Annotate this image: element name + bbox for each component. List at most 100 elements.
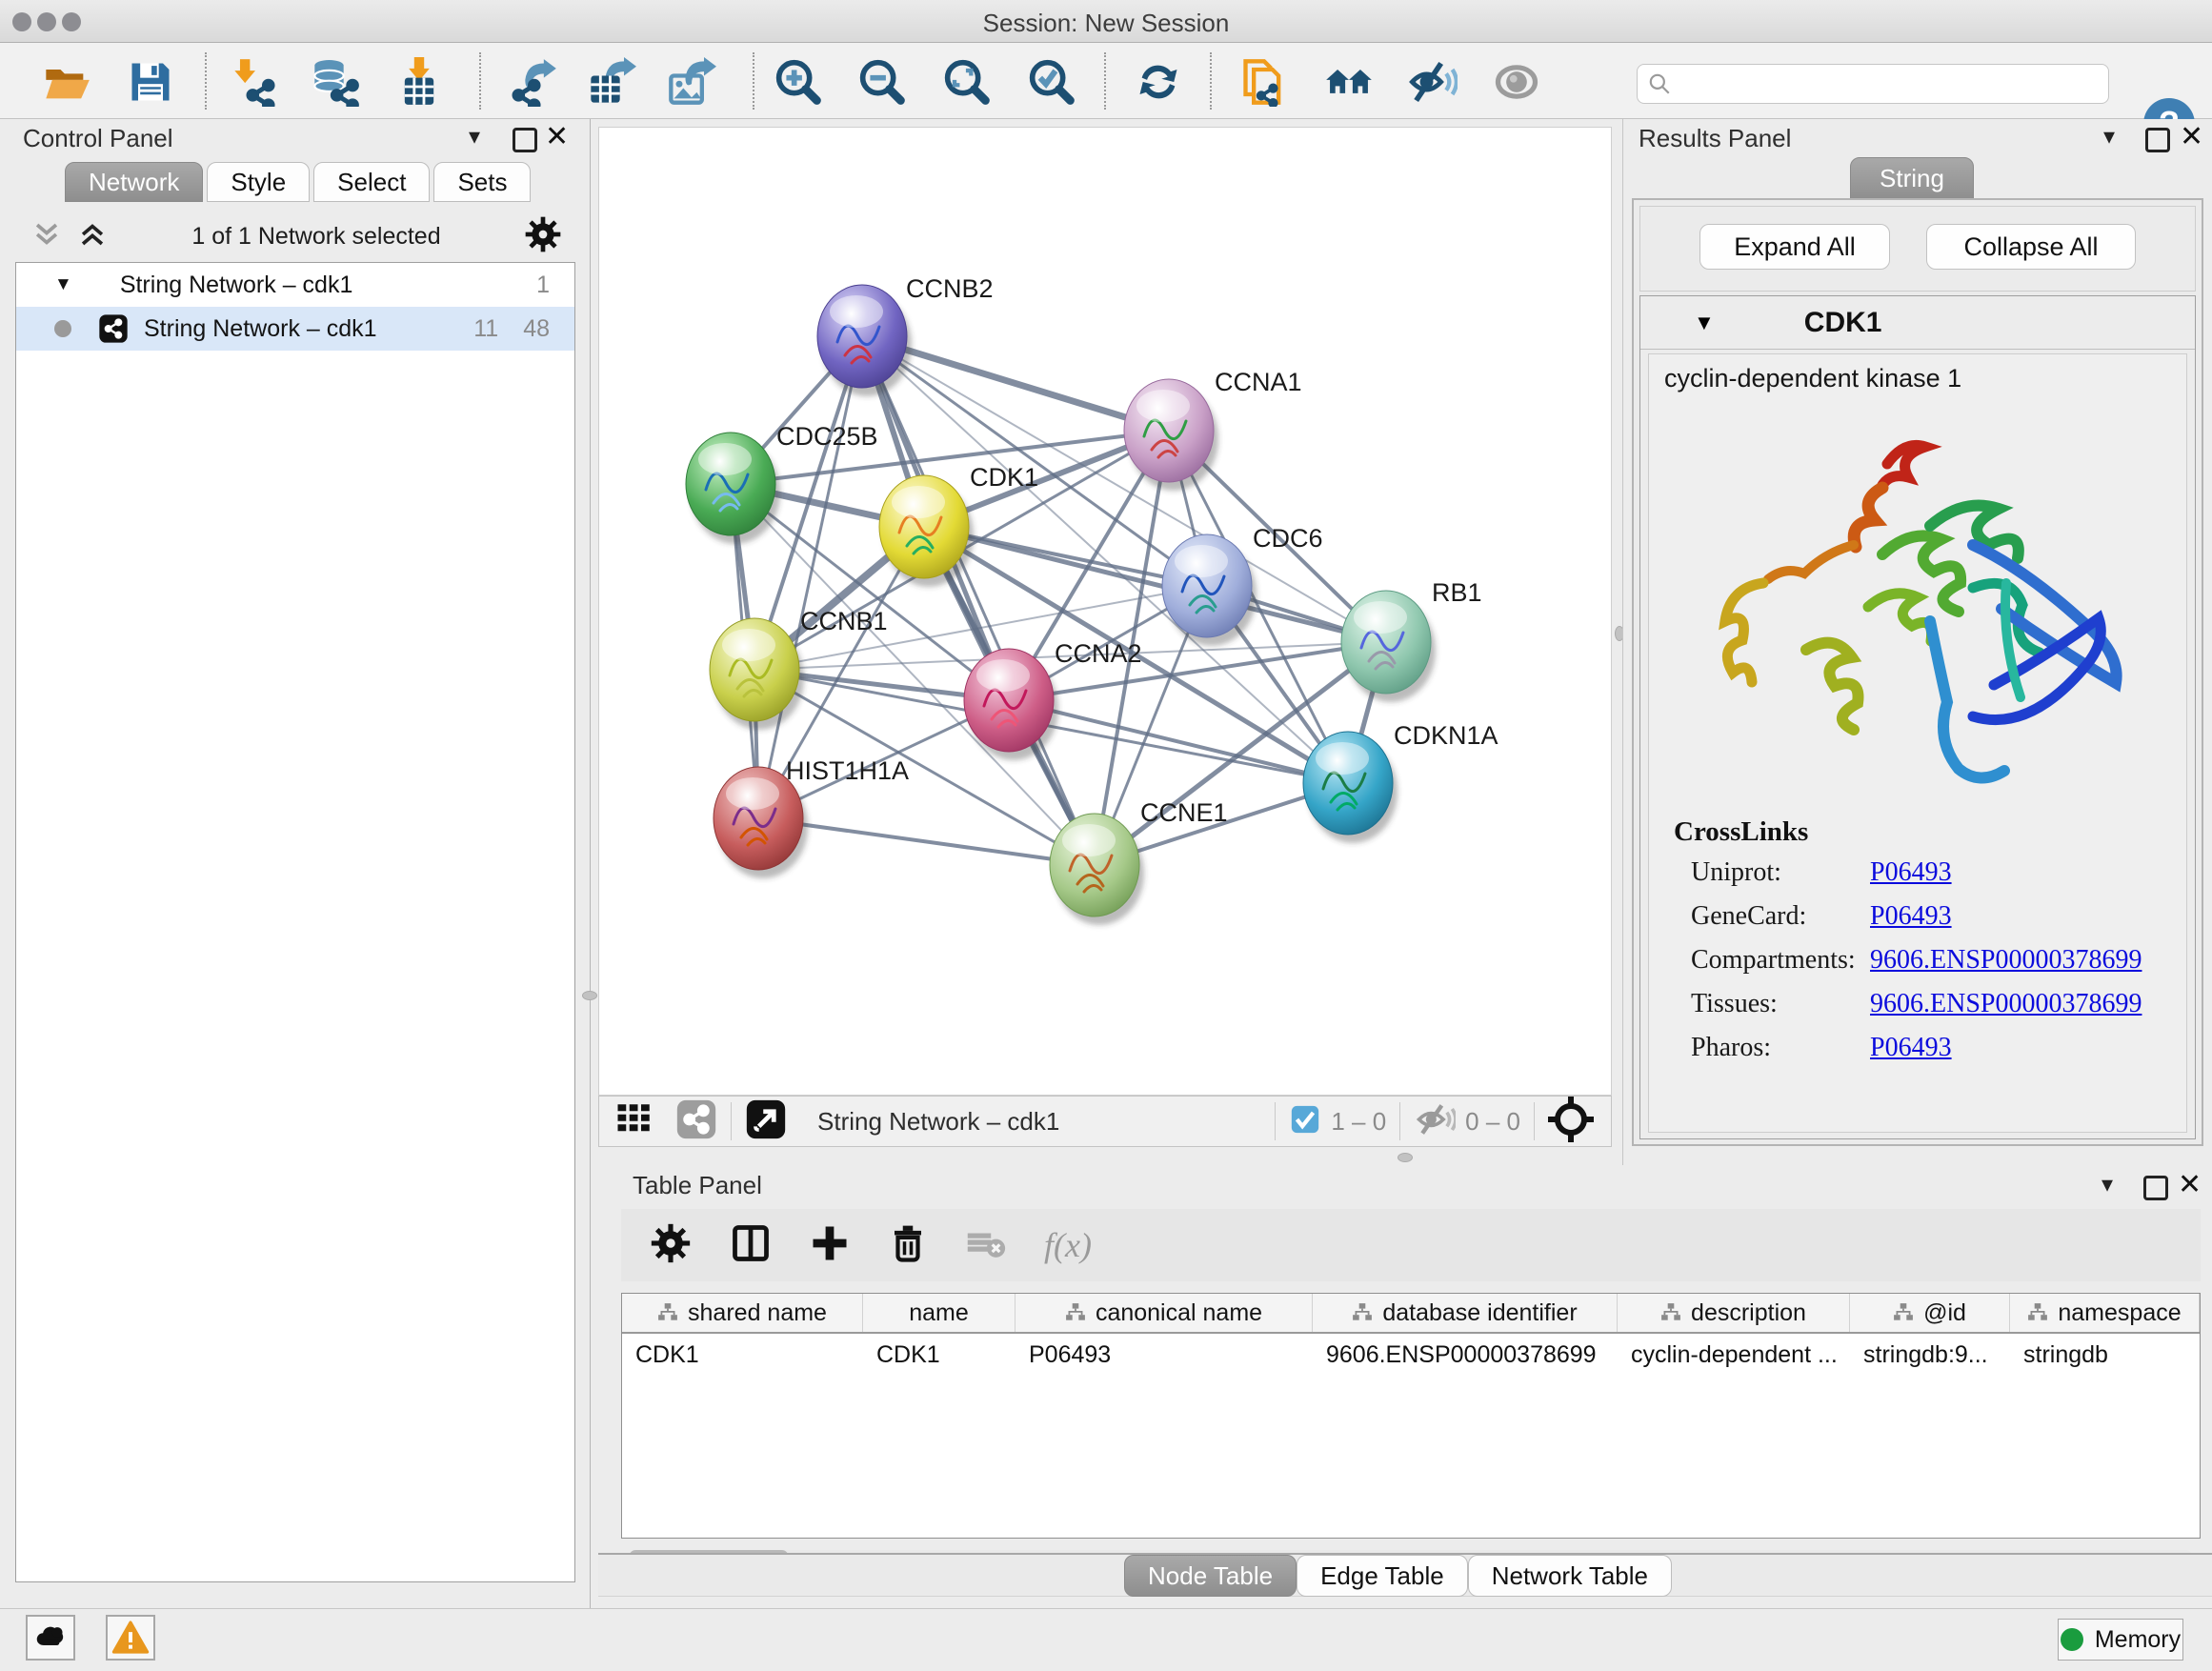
zoom-out-icon[interactable] (856, 56, 908, 108)
warnings-button[interactable] (106, 1615, 155, 1661)
table-options-gear-icon[interactable] (650, 1222, 692, 1269)
copy-session-icon[interactable] (1238, 56, 1290, 108)
crosslink-link[interactable]: P06493 (1870, 857, 1952, 888)
control-panel-close-icon[interactable]: ✕ (545, 120, 569, 153)
node-CDC25B[interactable] (686, 433, 780, 544)
node-CDC6[interactable] (1162, 534, 1257, 646)
open-icon[interactable] (41, 56, 92, 108)
toolbar-separator (1399, 1102, 1400, 1140)
node-CDK1[interactable] (879, 475, 974, 587)
export-network-icon[interactable] (508, 56, 559, 108)
import-network-icon[interactable] (230, 56, 281, 108)
refresh-icon[interactable] (1133, 56, 1184, 108)
node-CCNA1[interactable] (1124, 379, 1218, 491)
node-CCNE1[interactable] (1050, 814, 1144, 925)
results-panel-float-icon[interactable] (2145, 128, 2170, 152)
memory-status-dot (2061, 1628, 2083, 1651)
crosslink-link[interactable]: 9606.ENSP00000378699 (1870, 989, 2142, 1019)
cell-database-identifier[interactable]: 9606.ENSP00000378699 (1313, 1341, 1618, 1369)
column-header-namespace[interactable]: namespace (2010, 1294, 2200, 1332)
open-in-string-web-icon[interactable] (745, 1098, 787, 1145)
control-panel-menu-caret-icon[interactable]: ▾ (469, 123, 480, 151)
column-header-shared-name[interactable]: shared name (622, 1294, 863, 1332)
search-box[interactable] (1637, 64, 2109, 104)
control-panel-float-icon[interactable] (513, 128, 537, 152)
node-table[interactable]: shared namenamecanonical namedatabase id… (621, 1293, 2201, 1539)
cell-description[interactable]: cyclin-dependent ... (1618, 1341, 1850, 1369)
tree-collapse-caret-icon[interactable]: ▼ (54, 274, 72, 295)
expand-all-button[interactable]: Expand All (1699, 224, 1890, 270)
column-header-name[interactable]: name (863, 1294, 1016, 1332)
node-RB1[interactable] (1341, 591, 1436, 702)
node-CCNB2[interactable] (817, 285, 912, 396)
zoom-fit-icon[interactable] (941, 56, 993, 108)
cell-namespace[interactable]: stringdb (2010, 1341, 2200, 1369)
tab-string[interactable]: String (1850, 157, 1974, 199)
crosslink-link[interactable]: 9606.ENSP00000378699 (1870, 945, 2142, 976)
network-canvas[interactable]: CCNB2 CCNA1 CDC25B CDK1 (598, 127, 1612, 1096)
warning-icon (111, 1619, 150, 1657)
column-header-description[interactable]: description (1618, 1294, 1850, 1332)
search-input[interactable] (1672, 70, 2091, 98)
birds-eye-view-icon[interactable] (614, 1099, 654, 1144)
memory-button[interactable]: Memory (2058, 1619, 2183, 1661)
crosslink-link[interactable]: P06493 (1870, 901, 1952, 932)
fit-content-crosshair-icon[interactable] (1548, 1097, 1594, 1147)
show-all-icon[interactable] (1491, 56, 1542, 108)
tab-edge-table[interactable]: Edge Table (1297, 1555, 1468, 1597)
collapse-all-networks-icon[interactable] (30, 218, 63, 255)
result-entry-header[interactable]: ▼ CDK1 (1640, 296, 2195, 350)
home-icon[interactable] (1323, 56, 1375, 108)
hide-selected-icon[interactable] (1407, 56, 1458, 108)
edge-HIST1H1A-CCNE1[interactable] (758, 818, 1095, 865)
hidden-eye-icon[interactable] (1414, 1098, 1456, 1145)
tab-node-table[interactable]: Node Table (1124, 1555, 1297, 1597)
tab-select[interactable]: Select (313, 162, 430, 202)
cell-name[interactable]: CDK1 (863, 1341, 1016, 1369)
tab-network[interactable]: Network (65, 162, 203, 202)
column-header-database-identifier[interactable]: database identifier (1313, 1294, 1618, 1332)
node-CDKN1A[interactable] (1303, 732, 1398, 843)
node-label-CDK1: CDK1 (970, 463, 1038, 492)
zoom-in-icon[interactable] (773, 56, 824, 108)
string-style-icon[interactable] (675, 1098, 717, 1145)
cloud-button[interactable] (26, 1615, 75, 1661)
import-database-icon[interactable] (310, 56, 361, 108)
selected-checkbox-icon[interactable] (1289, 1103, 1321, 1140)
collapse-all-button[interactable]: Collapse All (1926, 224, 2136, 270)
table-panel-close-icon[interactable]: ✕ (2178, 1168, 2202, 1201)
import-table-icon[interactable] (393, 56, 445, 108)
show-columns-icon[interactable] (730, 1222, 772, 1269)
save-icon[interactable] (125, 56, 176, 108)
node-label-CCNE1: CCNE1 (1140, 798, 1228, 827)
horizontal-splitter-handle[interactable] (1398, 1153, 1413, 1162)
cell-canonical-name[interactable]: P06493 (1016, 1341, 1313, 1369)
table-panel-menu-caret-icon[interactable]: ▾ (2101, 1171, 2113, 1198)
crosslink-link[interactable]: P06493 (1870, 1033, 1952, 1063)
export-table-icon[interactable] (586, 56, 637, 108)
delete-column-trash-icon[interactable] (888, 1223, 928, 1268)
tab-sets[interactable]: Sets (433, 162, 531, 202)
column-header-@id[interactable]: @id (1850, 1294, 2010, 1332)
add-column-plus-icon[interactable] (810, 1223, 850, 1268)
table-row[interactable]: CDK1CDK1P064939606.ENSP00000378699cyclin… (622, 1334, 2200, 1376)
tab-network-table[interactable]: Network Table (1468, 1555, 1672, 1597)
results-panel-menu-caret-icon[interactable]: ▾ (2103, 123, 2115, 151)
results-panel-close-icon[interactable]: ✕ (2180, 120, 2203, 153)
table-panel-float-icon[interactable] (2143, 1176, 2168, 1200)
edge-CCNB2-HIST1H1A[interactable] (758, 336, 862, 818)
zoom-selected-icon[interactable] (1026, 56, 1077, 108)
cell-@id[interactable]: stringdb:9... (1850, 1341, 2010, 1369)
column-header-canonical-name[interactable]: canonical name (1016, 1294, 1313, 1332)
entry-collapse-caret-icon[interactable]: ▼ (1694, 311, 1715, 335)
network-options-gear-icon[interactable] (524, 215, 562, 258)
left-splitter-handle[interactable] (582, 991, 597, 1000)
expand-all-networks-icon[interactable] (76, 218, 109, 255)
network-status-dot (54, 320, 71, 337)
network-tree-row[interactable]: ▼String Network – cdk11 (16, 263, 574, 307)
network-tree-row[interactable]: String Network – cdk11148 (16, 307, 574, 351)
cell-shared-name[interactable]: CDK1 (622, 1341, 863, 1369)
export-image-icon[interactable] (666, 56, 717, 108)
tab-style[interactable]: Style (207, 162, 310, 202)
edge-CCNB2-CCNE1[interactable] (862, 336, 1095, 865)
